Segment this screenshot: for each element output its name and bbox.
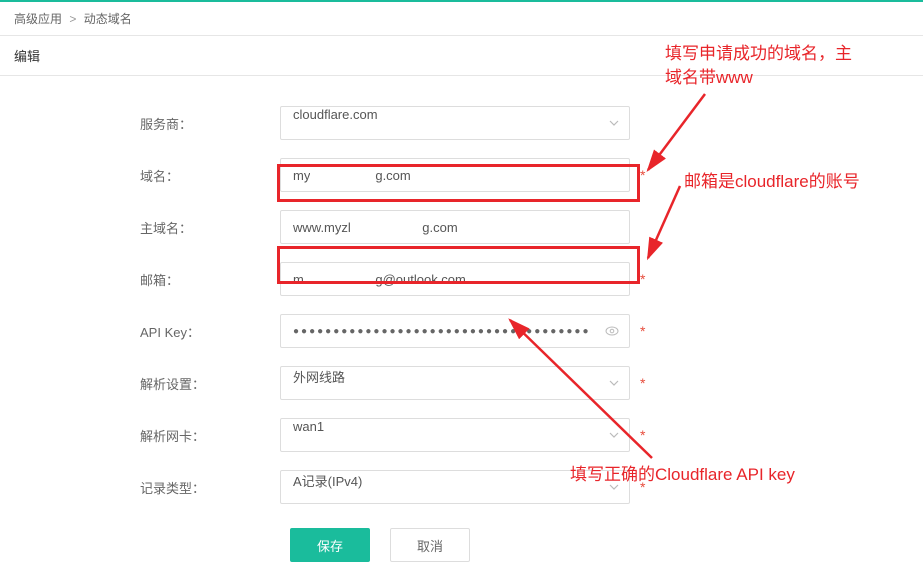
row-provider: 服务商： cloudflare.com [0, 106, 923, 140]
label-resolve-nic: 解析网卡： [0, 426, 280, 445]
label-main-domain: 主域名： [0, 218, 280, 237]
row-main-domain: 主域名： www.myzlxxxxxxxxxxxg.com [0, 210, 923, 244]
select-provider[interactable]: cloudflare.com [280, 106, 630, 140]
eye-icon[interactable] [604, 323, 620, 339]
row-resolve-setting: 解析设置： 外网线路 * [0, 366, 923, 400]
row-resolve-nic: 解析网卡： wan1 * [0, 418, 923, 452]
label-domain: 域名： [0, 166, 280, 185]
row-email: 邮箱： mxxxxxxxxxxxg@outlook.com * [0, 262, 923, 296]
label-email: 邮箱： [0, 270, 280, 289]
form: 服务商： cloudflare.com 域名： myxxxxxxxxxxg.co… [0, 76, 923, 562]
required-star: * [640, 427, 645, 443]
save-button[interactable]: 保存 [290, 528, 370, 562]
label-record-type: 记录类型： [0, 478, 280, 497]
required-star: * [640, 375, 645, 391]
input-main-domain[interactable]: www.myzlxxxxxxxxxxxg.com [280, 210, 630, 244]
label-resolve-setting: 解析设置： [0, 374, 280, 393]
actions: 保存 取消 [290, 528, 923, 562]
row-api-key: API Key： ●●●●●●●●●●●●●●●●●●●●●●●●●●●●●●●… [0, 314, 923, 348]
select-resolve-nic[interactable]: wan1 [280, 418, 630, 452]
required-star: * [640, 167, 645, 183]
select-resolve-setting[interactable]: 外网线路 [280, 366, 630, 400]
label-provider: 服务商： [0, 114, 280, 133]
cancel-button[interactable]: 取消 [390, 528, 470, 562]
input-email[interactable]: mxxxxxxxxxxxg@outlook.com [280, 262, 630, 296]
required-star: * [640, 271, 645, 287]
annotation-apikey: 填写正确的Cloudflare API key [570, 463, 795, 487]
input-domain[interactable]: myxxxxxxxxxxg.com [280, 158, 630, 192]
annotation-email: 邮箱是cloudflare的账号 [684, 170, 860, 194]
breadcrumb: 高级应用 > 动态域名 [0, 2, 923, 36]
label-api-key: API Key： [0, 322, 280, 341]
annotation-domain: 填写申请成功的域名，主 域名带www [665, 42, 852, 90]
breadcrumb-parent[interactable]: 高级应用 [14, 12, 62, 26]
input-api-key[interactable]: ●●●●●●●●●●●●●●●●●●●●●●●●●●●●●●●●●●●●● [280, 314, 630, 348]
breadcrumb-current: 动态域名 [84, 12, 132, 26]
required-star: * [640, 323, 645, 339]
breadcrumb-separator: > [69, 12, 76, 26]
